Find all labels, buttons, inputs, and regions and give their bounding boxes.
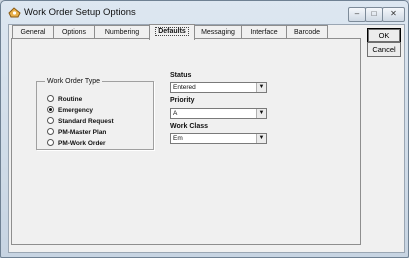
work-class-select[interactable]: Em ▼ [170, 133, 267, 144]
radio-pm-master-plan[interactable]: PM-Master Plan [47, 128, 107, 137]
app-icon [8, 7, 21, 18]
tab-label: Options [61, 29, 87, 36]
work-order-type-legend: Work Order Type [45, 78, 103, 85]
radio-button-icon [47, 95, 54, 102]
radio-label: Standard Request [58, 118, 114, 126]
tab-label: Messaging [201, 29, 235, 36]
tab-defaults[interactable]: Defaults [149, 24, 195, 40]
tab-options[interactable]: Options [53, 25, 95, 39]
ok-button[interactable]: OK [367, 28, 401, 43]
radio-standard-request[interactable]: Standard Request [47, 117, 114, 126]
tab-label: General [20, 29, 46, 36]
cancel-button[interactable]: Cancel [367, 42, 401, 57]
radio-routine[interactable]: Routine [47, 95, 83, 104]
tab-label: Interface [250, 29, 278, 36]
tab-messaging[interactable]: Messaging [194, 25, 242, 39]
tab-numbering[interactable]: Numbering [94, 25, 150, 39]
chevron-down-icon[interactable]: ▼ [256, 134, 266, 143]
priority-select[interactable]: A ▼ [170, 108, 267, 119]
dialog-client-area: General Options Numbering Defaults Messa… [8, 24, 405, 253]
radio-label: Routine [58, 96, 83, 104]
window-title: Work Order Setup Options [24, 7, 136, 18]
close-button[interactable]: ✕ [382, 7, 405, 22]
title-bar: Work Order Setup Options – □ ✕ [1, 1, 408, 25]
minimize-button[interactable]: – [348, 7, 366, 22]
work-order-setup-window: Work Order Setup Options – □ ✕ General O… [0, 0, 409, 258]
radio-pm-work-order[interactable]: PM-Work Order [47, 139, 106, 148]
priority-value: A [173, 110, 178, 117]
cancel-button-label: Cancel [372, 45, 396, 54]
ok-button-label: OK [378, 31, 390, 40]
tab-label: Defaults [155, 27, 189, 36]
minimize-icon: – [354, 9, 360, 18]
status-select[interactable]: Entered ▼ [170, 82, 267, 93]
tab-label: Barcode [293, 29, 321, 36]
tab-label: Numbering [104, 29, 140, 36]
status-label: Status [170, 72, 192, 79]
radio-selected-icon [47, 106, 54, 113]
radio-label: PM-Master Plan [58, 129, 107, 137]
priority-label: Priority [170, 97, 195, 104]
radio-emergency[interactable]: Emergency [47, 106, 94, 115]
chevron-down-icon[interactable]: ▼ [256, 83, 266, 92]
maximize-button[interactable]: □ [365, 7, 383, 22]
radio-label: PM-Work Order [58, 140, 106, 148]
tab-barcode[interactable]: Barcode [286, 25, 328, 39]
tab-general[interactable]: General [12, 25, 54, 39]
radio-button-icon [47, 117, 54, 124]
radio-label: Emergency [58, 107, 94, 115]
tab-interface[interactable]: Interface [241, 25, 287, 39]
status-value: Entered [173, 84, 196, 91]
radio-button-icon [47, 139, 54, 146]
work-class-value: Em [173, 135, 183, 142]
close-icon: ✕ [390, 9, 397, 18]
maximize-icon: □ [371, 9, 377, 18]
radio-button-icon [47, 128, 54, 135]
work-class-label: Work Class [170, 123, 208, 130]
chevron-down-icon[interactable]: ▼ [256, 109, 266, 118]
